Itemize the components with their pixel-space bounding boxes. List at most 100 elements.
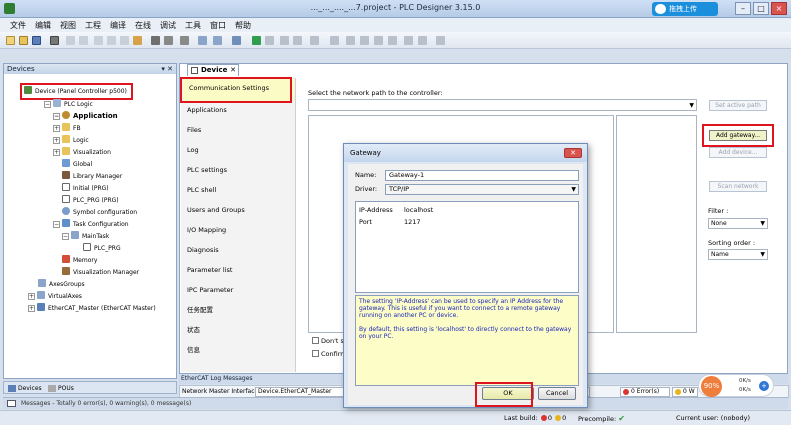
- category-plc-shell[interactable]: PLC shell: [187, 184, 216, 196]
- tree-item-application[interactable]: − Application: [53, 111, 118, 122]
- login-icon[interactable]: [252, 36, 261, 45]
- tree-item-plc-prg[interactable]: PLC_PRG (PRG): [62, 195, 119, 206]
- menu-build[interactable]: 编译: [106, 18, 131, 32]
- tree-item-symbol-configuration[interactable]: Symbol configuration: [62, 207, 137, 218]
- expand-icon[interactable]: +: [53, 149, 60, 156]
- write-values-icon[interactable]: [404, 36, 413, 45]
- menu-edit[interactable]: 编辑: [31, 18, 56, 32]
- expand-icon[interactable]: +: [53, 137, 60, 144]
- tree-item-maintask[interactable]: − MainTask: [62, 231, 109, 242]
- save-icon[interactable]: [32, 36, 41, 45]
- tree-item-plc-prg-call[interactable]: PLC_PRG: [83, 243, 121, 254]
- find-icon[interactable]: [151, 36, 160, 45]
- category-task-config[interactable]: 任务配置: [187, 304, 213, 316]
- category-applications[interactable]: Applications: [187, 104, 227, 116]
- compile-icon[interactable]: [198, 36, 207, 45]
- paste-icon[interactable]: [120, 36, 129, 45]
- category-parameter-list[interactable]: Parameter list: [187, 264, 232, 276]
- sorting-order-select[interactable]: Name ▼: [708, 249, 768, 260]
- tree-item-axesgroups[interactable]: AxesGroups: [38, 279, 85, 290]
- confirm-checkbox-row[interactable]: Confirm: [312, 349, 347, 359]
- gateway-name-input[interactable]: Gateway-1: [385, 170, 579, 181]
- warning-count-filter[interactable]: 0 W: [672, 387, 698, 397]
- category-io-mapping[interactable]: I/O Mapping: [187, 224, 226, 236]
- menu-window[interactable]: 窗口: [206, 18, 231, 32]
- copy-icon[interactable]: [107, 36, 116, 45]
- step-into-icon[interactable]: [360, 36, 369, 45]
- start-icon[interactable]: [280, 36, 289, 45]
- tree-item-task-configuration[interactable]: − Task Configuration: [53, 219, 129, 230]
- close-window-button[interactable]: ×: [771, 2, 787, 15]
- find-next-icon[interactable]: [164, 36, 173, 45]
- cancel-button[interactable]: Cancel: [538, 387, 576, 400]
- category-plc-settings[interactable]: PLC settings: [187, 164, 227, 176]
- confirm-checkbox[interactable]: [312, 350, 319, 357]
- tree-item-plc-logic[interactable]: − PLC Logic: [44, 99, 93, 110]
- dialog-close-button[interactable]: ✕: [564, 148, 582, 158]
- category-files[interactable]: Files: [187, 124, 201, 136]
- upload-button[interactable]: 拖拽上传: [652, 2, 718, 16]
- expand-icon[interactable]: +: [28, 305, 35, 312]
- collapse-icon[interactable]: −: [44, 101, 51, 108]
- tree-item-fb[interactable]: + FB: [53, 123, 81, 134]
- tree-item-ethercat-master[interactable]: + EtherCAT_Master (EtherCAT Master): [28, 303, 156, 314]
- filter-select[interactable]: None ▼: [708, 218, 768, 229]
- tab-pous[interactable]: POUs: [46, 383, 74, 394]
- menu-debug[interactable]: 调试: [156, 18, 181, 32]
- reset-icon[interactable]: [310, 36, 319, 45]
- print-icon[interactable]: [50, 36, 59, 45]
- expand-icon[interactable]: +: [53, 125, 60, 132]
- tree-item-library-manager[interactable]: Library Manager: [62, 171, 122, 182]
- bookmark-icon[interactable]: [180, 36, 189, 45]
- settings-icon[interactable]: [436, 36, 445, 45]
- pin-close-icon[interactable]: ▾ ✕: [161, 64, 173, 74]
- driver-select[interactable]: TCP/IP ▼: [385, 184, 579, 195]
- open-folder-icon[interactable]: [19, 36, 28, 45]
- dont-save-checkbox-row[interactable]: Don't s: [312, 336, 344, 346]
- tree-item-memory[interactable]: Memory: [62, 255, 97, 266]
- new-file-icon[interactable]: [6, 36, 15, 45]
- tree-item-virtualaxes[interactable]: + VirtualAxes: [28, 291, 82, 302]
- collapse-icon[interactable]: −: [53, 113, 60, 120]
- run-to-cursor-icon[interactable]: [388, 36, 397, 45]
- force-values-icon[interactable]: [418, 36, 427, 45]
- dont-save-checkbox[interactable]: [312, 337, 319, 344]
- menu-view[interactable]: 视图: [56, 18, 81, 32]
- delete-icon[interactable]: [133, 36, 142, 45]
- category-log[interactable]: Log: [187, 144, 199, 156]
- category-status[interactable]: 状态: [187, 324, 200, 336]
- menu-file[interactable]: 文件: [6, 18, 31, 32]
- maximize-button[interactable]: □: [753, 2, 769, 15]
- tree-item-logic[interactable]: + Logic: [53, 135, 89, 146]
- step-over-icon[interactable]: [346, 36, 355, 45]
- category-diagnosis[interactable]: Diagnosis: [187, 244, 219, 256]
- stop-icon[interactable]: [293, 36, 302, 45]
- tab-devices[interactable]: Devices: [6, 383, 42, 394]
- expand-icon[interactable]: +: [28, 293, 35, 300]
- tab-device[interactable]: Device ✕: [187, 64, 239, 76]
- category-users-and-groups[interactable]: Users and Groups: [187, 204, 245, 216]
- undo-icon[interactable]: [66, 36, 75, 45]
- logout-icon[interactable]: [265, 36, 274, 45]
- build-menu-icon[interactable]: [213, 36, 222, 45]
- set-active-path-button[interactable]: Set active path: [709, 100, 767, 111]
- collapse-icon[interactable]: −: [62, 233, 69, 240]
- network-speed-widget[interactable]: 90% 0K/s 0K/s +: [698, 374, 774, 397]
- menu-online[interactable]: 在线: [131, 18, 156, 32]
- scan-network-button[interactable]: Scan network: [709, 181, 767, 192]
- tree-item-visualization-manager[interactable]: Visualization Manager: [62, 267, 139, 278]
- collapse-icon[interactable]: −: [53, 221, 60, 228]
- menu-project[interactable]: 工程: [81, 18, 106, 32]
- category-information[interactable]: 信息: [187, 344, 200, 356]
- property-value[interactable]: localhost: [404, 206, 433, 214]
- tree-item-visualization[interactable]: + Visualization: [53, 147, 111, 158]
- plus-icon[interactable]: +: [759, 381, 769, 391]
- minimize-button[interactable]: –: [735, 2, 751, 15]
- property-value[interactable]: 1217: [404, 218, 421, 226]
- menu-help[interactable]: 帮助: [231, 18, 256, 32]
- add-device-button[interactable]: Add device...: [709, 147, 767, 158]
- error-count-filter[interactable]: 0 Error(s): [620, 387, 670, 397]
- redo-icon[interactable]: [79, 36, 88, 45]
- category-ipc-parameter[interactable]: IPC Parameter: [187, 284, 233, 296]
- rebuild-icon[interactable]: [232, 36, 241, 45]
